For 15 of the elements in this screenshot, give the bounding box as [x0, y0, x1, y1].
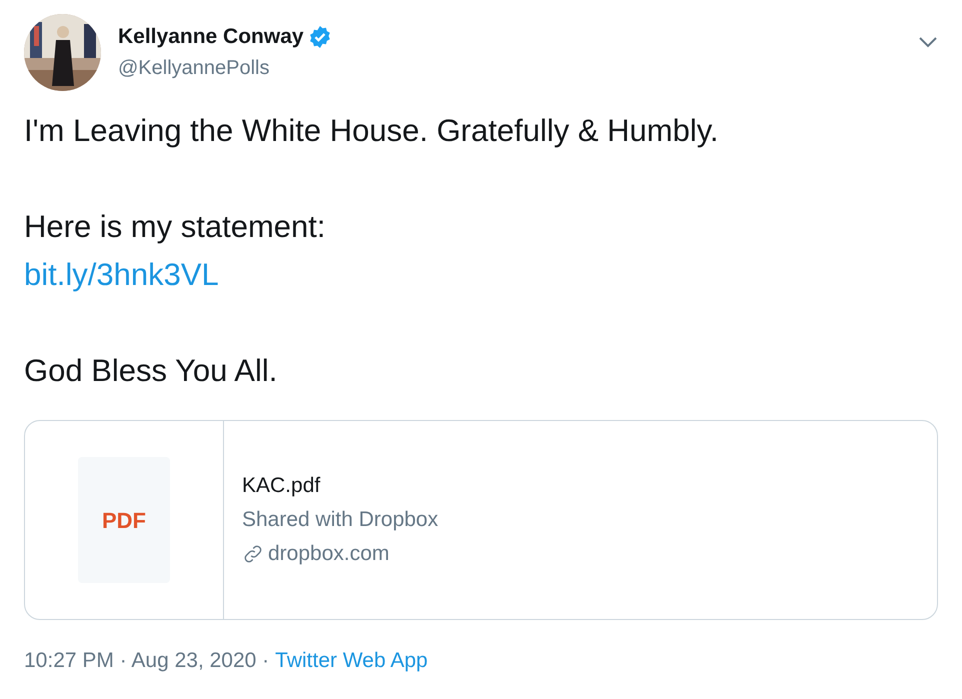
card-description: Shared with Dropbox [242, 507, 438, 533]
chevron-down-icon[interactable] [918, 36, 938, 48]
author-handle[interactable]: @KellyannePolls [118, 54, 332, 82]
tweet-timestamp: 10:27 PM · Aug 23, 2020 · [24, 648, 270, 674]
tweet-text: I'm Leaving the White House. Gratefully & Humbly. [24, 112, 719, 150]
tweet-text: Here is my statement: [24, 208, 326, 246]
card-title: KAC.pdf [242, 473, 320, 499]
link-icon [242, 543, 264, 565]
file-type-label: PDF [102, 506, 146, 534]
tweet-link[interactable]: bit.ly/3hnk3VL [24, 251, 219, 299]
link-card[interactable]: PDF KAC.pdf Shared with Dropbox dropbox.com [24, 420, 938, 620]
tweet-text: God Bless You All. [24, 352, 278, 390]
card-domain: dropbox.com [268, 541, 390, 567]
author-name[interactable]: Kellyanne Conway [118, 23, 304, 51]
source-link[interactable]: Twitter Web App [275, 647, 428, 675]
